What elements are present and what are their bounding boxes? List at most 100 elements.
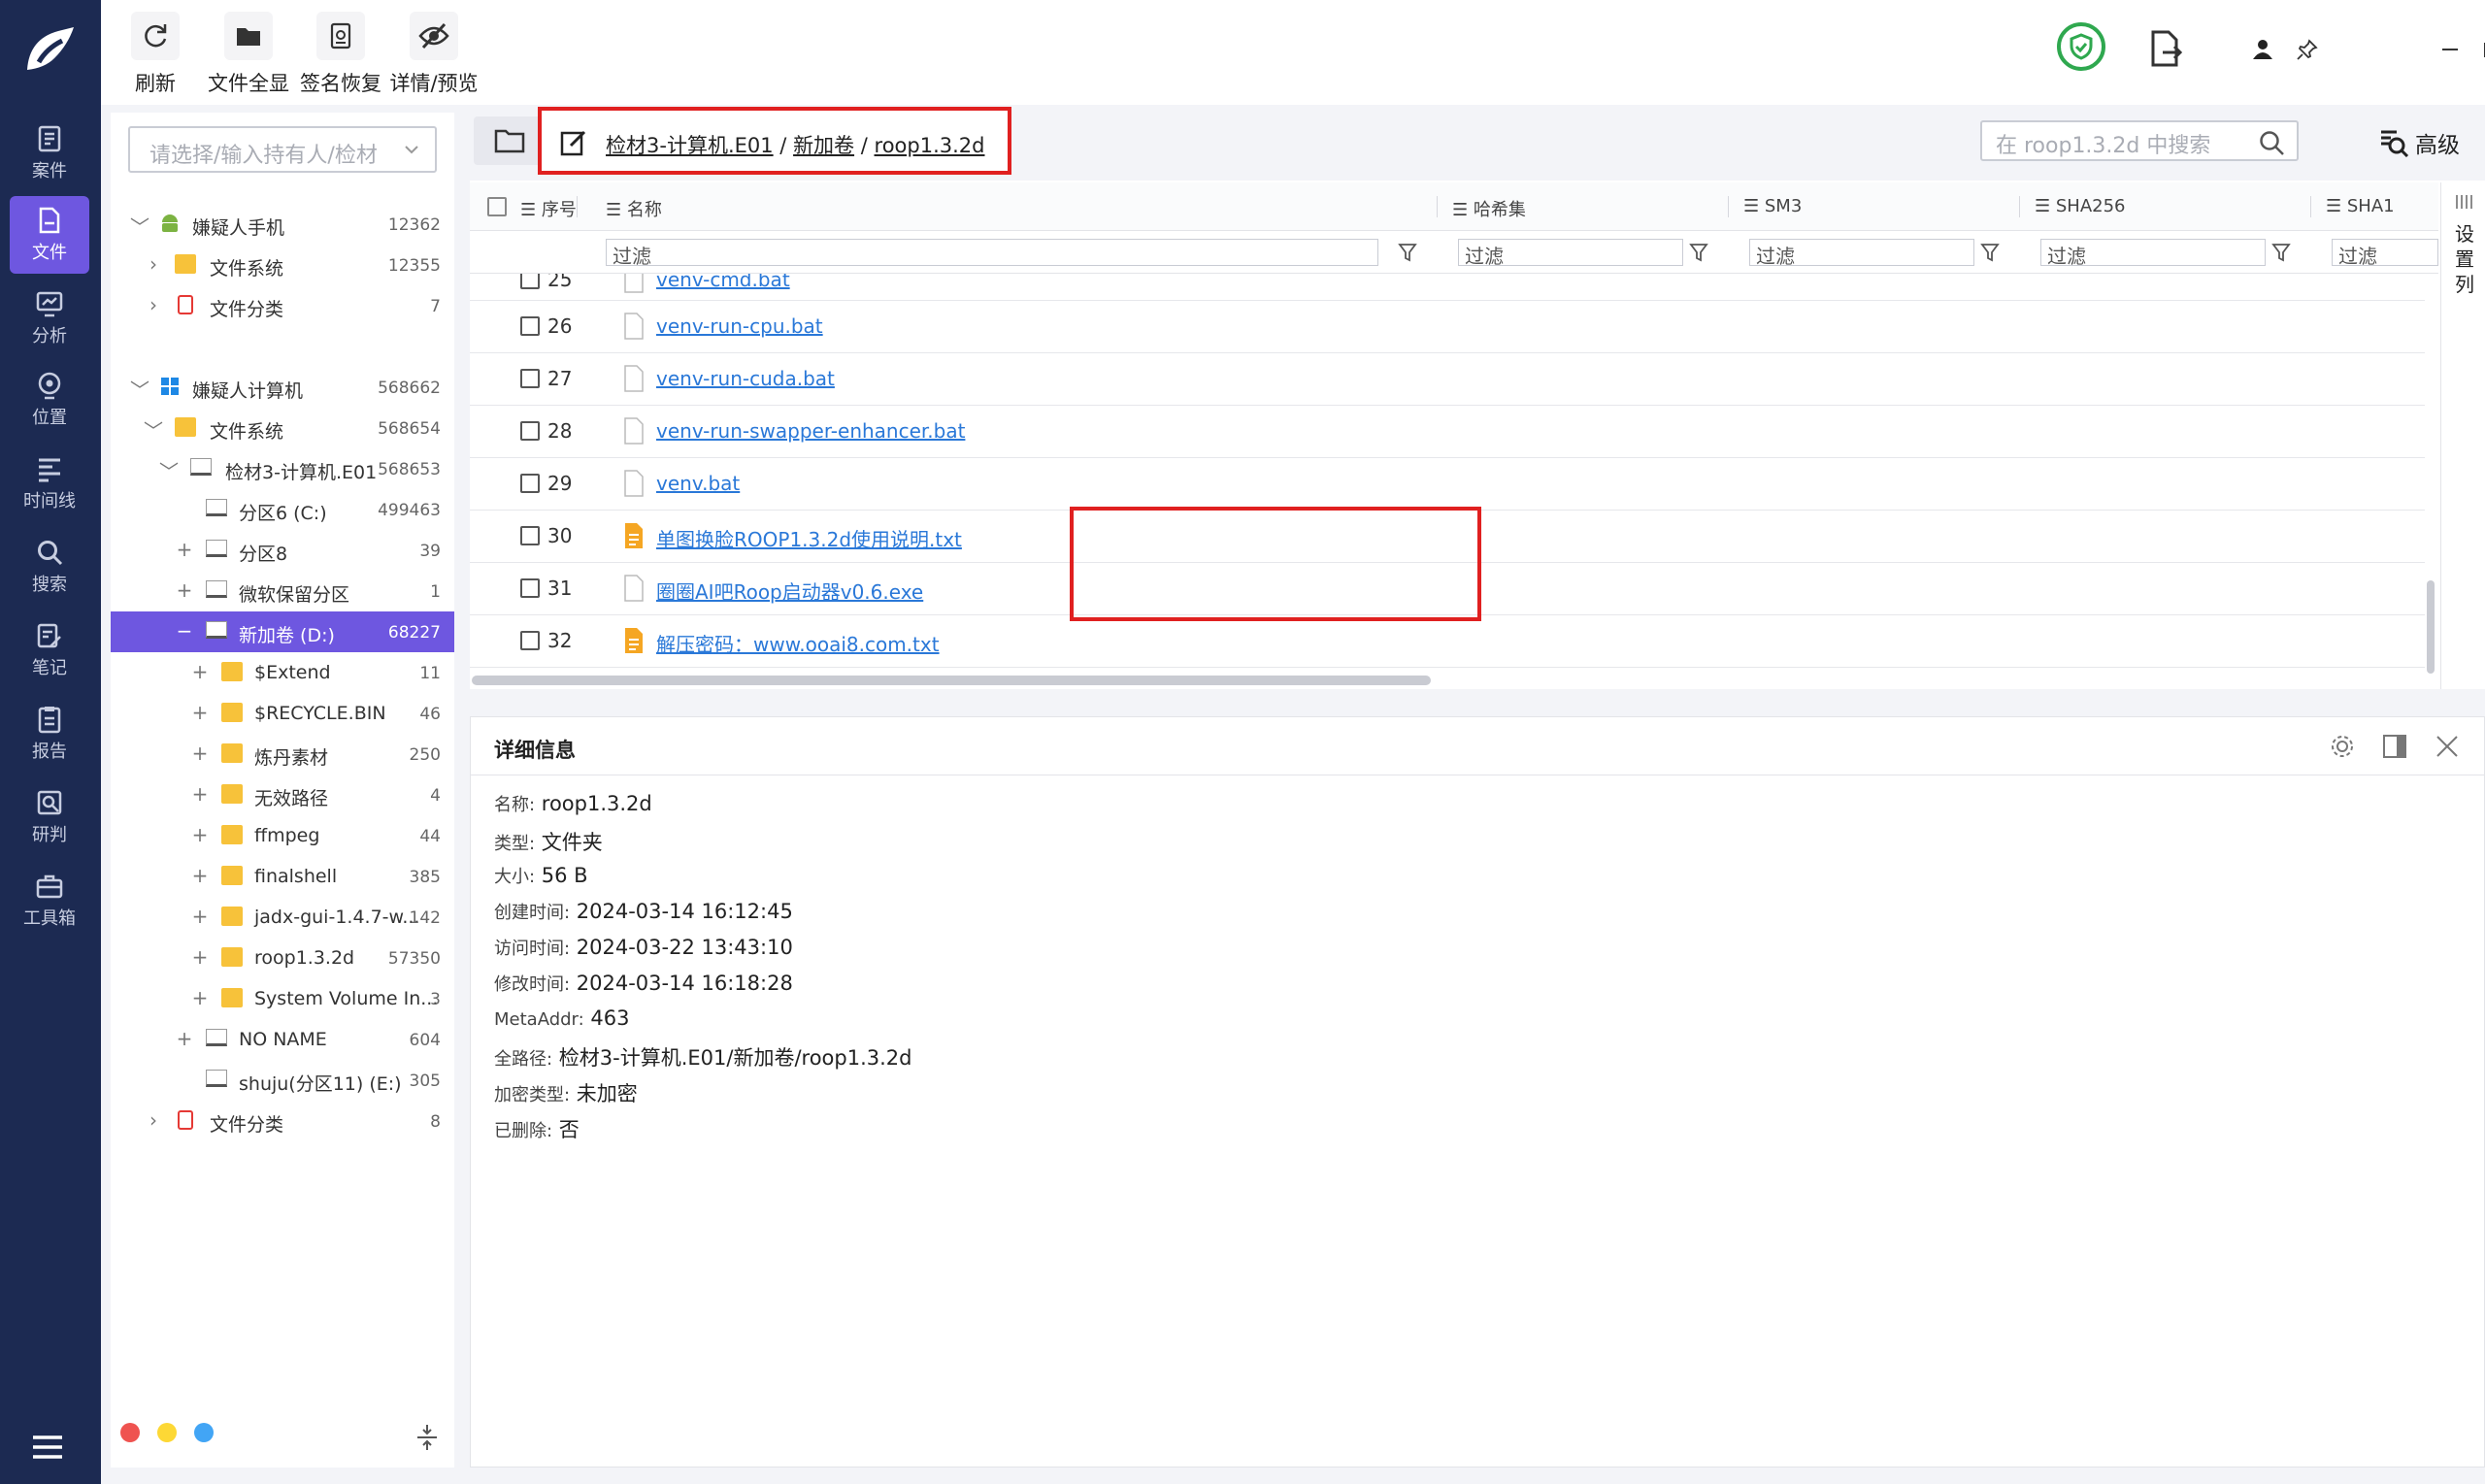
tree-node-partition-8[interactable]: + 分区8 39 (111, 530, 454, 571)
row-file-name[interactable]: 圈圈AI吧Roop启动器v0.6.exe (656, 577, 923, 605)
col-sha256[interactable]: ☰ SHA256 (2035, 196, 2126, 216)
row-file-name[interactable]: venv-run-swapper-enhancer.bat (656, 419, 965, 443)
filter-icon[interactable] (2271, 243, 2291, 262)
row-checkbox[interactable] (520, 474, 540, 493)
table-row[interactable]: 29 venv.bat (470, 458, 2425, 511)
col-index[interactable]: ☰ 序号 (520, 196, 577, 221)
nav-item-analysis[interactable]: 分析 (10, 280, 89, 357)
filter-hashset-input[interactable]: 过滤 (1458, 239, 1683, 268)
col-sha1[interactable]: ☰ SHA1 (2326, 196, 2395, 216)
tree-node-file-category[interactable]: › 文件分类 7 (111, 285, 454, 326)
browse-folder-button[interactable] (474, 116, 546, 165)
tree-node-folder[interactable]: + ffmpeg 44 (111, 815, 454, 856)
expand-icon[interactable]: › (144, 252, 163, 276)
user-icon[interactable] (2252, 39, 2273, 60)
blue-dot-icon[interactable] (194, 1423, 214, 1442)
nav-item-report[interactable]: 报告 (10, 695, 89, 773)
collapse-icon[interactable]: ﹀ (130, 375, 149, 403)
minimize-icon[interactable] (2440, 39, 2460, 58)
red-dot-icon[interactable] (120, 1423, 140, 1442)
collapse-icon[interactable]: ﹀ (130, 212, 149, 240)
row-file-name[interactable]: venv-run-cpu.bat (656, 314, 823, 338)
search-icon[interactable] (2258, 129, 2285, 156)
expand-icon[interactable]: + (190, 742, 210, 765)
nav-item-file[interactable]: 文件 (10, 196, 89, 274)
close-icon[interactable] (2434, 733, 2461, 760)
set-columns-button[interactable]: 设置列 (2440, 182, 2485, 689)
expand-icon[interactable]: + (175, 578, 194, 602)
nav-item-judge[interactable]: 研判 (10, 778, 89, 856)
table-row[interactable]: 26 venv-run-cpu.bat (470, 301, 2425, 353)
horizontal-scrollbar[interactable] (472, 676, 1431, 685)
nav-item-case[interactable]: 案件 (10, 115, 89, 192)
col-hashset[interactable]: ☰ 哈希集 (1452, 196, 1526, 221)
filter-icon[interactable] (1398, 243, 1417, 262)
nav-item-toolbox[interactable]: 工具箱 (10, 862, 89, 940)
nav-item-note[interactable]: 笔记 (10, 611, 89, 689)
tree-node-file-category[interactable]: › 文件分类 8 (111, 1101, 454, 1141)
col-divider[interactable] (577, 196, 578, 217)
table-row[interactable]: 32 解压密码：www.ooai8.com.txt (470, 615, 2425, 668)
show-all-files-button[interactable]: 文件全显 (195, 12, 302, 97)
col-divider[interactable] (1728, 196, 1729, 217)
row-file-name[interactable]: venv.bat (656, 472, 740, 495)
folder-search-input[interactable]: 在 roop1.3.2d 中搜索 (1980, 120, 2299, 161)
shield-check-icon[interactable] (2056, 21, 2106, 72)
row-checkbox[interactable] (520, 274, 540, 289)
tree-node-folder[interactable]: + $Extend 11 (111, 652, 454, 693)
expand-icon[interactable]: › (144, 293, 163, 316)
col-name[interactable]: ☰ 名称 (606, 196, 662, 221)
expand-icon[interactable]: + (190, 823, 210, 846)
col-divider[interactable] (2019, 196, 2020, 217)
collapse-all-icon[interactable] (415, 1423, 439, 1452)
select-all-checkbox[interactable] (487, 196, 507, 216)
expand-icon[interactable]: + (190, 782, 210, 806)
signature-restore-button[interactable]: 签名恢复 (287, 12, 394, 97)
filter-icon[interactable] (1689, 243, 1708, 262)
expand-icon[interactable]: + (190, 701, 210, 724)
expand-icon[interactable]: + (190, 945, 210, 969)
expand-icon[interactable]: + (190, 986, 210, 1009)
tree-node-partition-e[interactable]: shuju(分区11) (E:) 305 (111, 1060, 454, 1101)
tree-node-image-file[interactable]: ﹀ 检材3-计算机.E01 568653 (111, 448, 454, 489)
breadcrumb-item-folder[interactable]: roop1.3.2d (875, 134, 985, 157)
tree-node-suspect-computer[interactable]: ﹀ 嫌疑人计算机 568662 (111, 367, 454, 408)
expand-icon[interactable]: + (190, 864, 210, 887)
nav-item-timeline[interactable]: 时间线 (10, 445, 89, 522)
expand-icon[interactable]: + (190, 905, 210, 928)
table-row[interactable]: 25 venv-cmd.bat (470, 274, 2425, 301)
tree-node-folder[interactable]: + System Volume In... 3 (111, 978, 454, 1019)
expand-icon[interactable]: + (190, 660, 210, 683)
row-file-name[interactable]: 解压密码：www.ooai8.com.txt (656, 629, 940, 657)
tree-node-folder[interactable]: + 炼丹素材 250 (111, 734, 454, 775)
row-file-name[interactable]: 单图换脸ROOP1.3.2d使用说明.txt (656, 524, 962, 552)
tree-node-partition-c[interactable]: 分区6 (C:) 499463 (111, 489, 454, 530)
tree-node-suspect-phone[interactable]: ﹀ 嫌疑人手机 12362 (111, 204, 454, 245)
advanced-search-button[interactable]: 高级 (2378, 126, 2460, 159)
tree-node-msr-partition[interactable]: + 微软保留分区 1 (111, 571, 454, 611)
pin-icon[interactable] (2297, 39, 2318, 60)
vertical-scrollbar[interactable] (2427, 580, 2435, 674)
expand-icon[interactable]: + (175, 538, 194, 561)
tree-node-folder[interactable]: + 无效路径 4 (111, 775, 454, 815)
row-checkbox[interactable] (520, 526, 540, 545)
row-checkbox[interactable] (520, 631, 540, 650)
collapse-icon[interactable]: ﹀ (144, 415, 163, 444)
filter-sm3-input[interactable]: 过滤 (1749, 239, 1974, 268)
row-checkbox[interactable] (520, 421, 540, 441)
nav-item-search[interactable]: 搜索 (10, 528, 89, 606)
table-row[interactable]: 27 venv-run-cuda.bat (470, 353, 2425, 406)
refresh-button[interactable]: 刷新 (102, 12, 209, 97)
breadcrumb-item-image[interactable]: 检材3-计算机.E01 (606, 134, 774, 157)
collapse-icon[interactable]: − (175, 619, 194, 643)
filter-sha256-input[interactable]: 过滤 (2040, 239, 2266, 268)
row-file-name[interactable]: venv-run-cuda.bat (656, 367, 835, 390)
menu-icon[interactable] (31, 1435, 64, 1460)
row-file-name[interactable]: venv-cmd.bat (656, 274, 790, 291)
gear-icon[interactable] (2329, 733, 2356, 760)
col-divider[interactable] (1437, 196, 1438, 217)
row-checkbox[interactable] (520, 369, 540, 388)
panel-layout-icon[interactable] (2381, 733, 2408, 760)
detail-preview-button[interactable]: 详情/预览 (381, 12, 487, 97)
tree-node-filesystem[interactable]: ﹀ 文件系统 568654 (111, 408, 454, 448)
